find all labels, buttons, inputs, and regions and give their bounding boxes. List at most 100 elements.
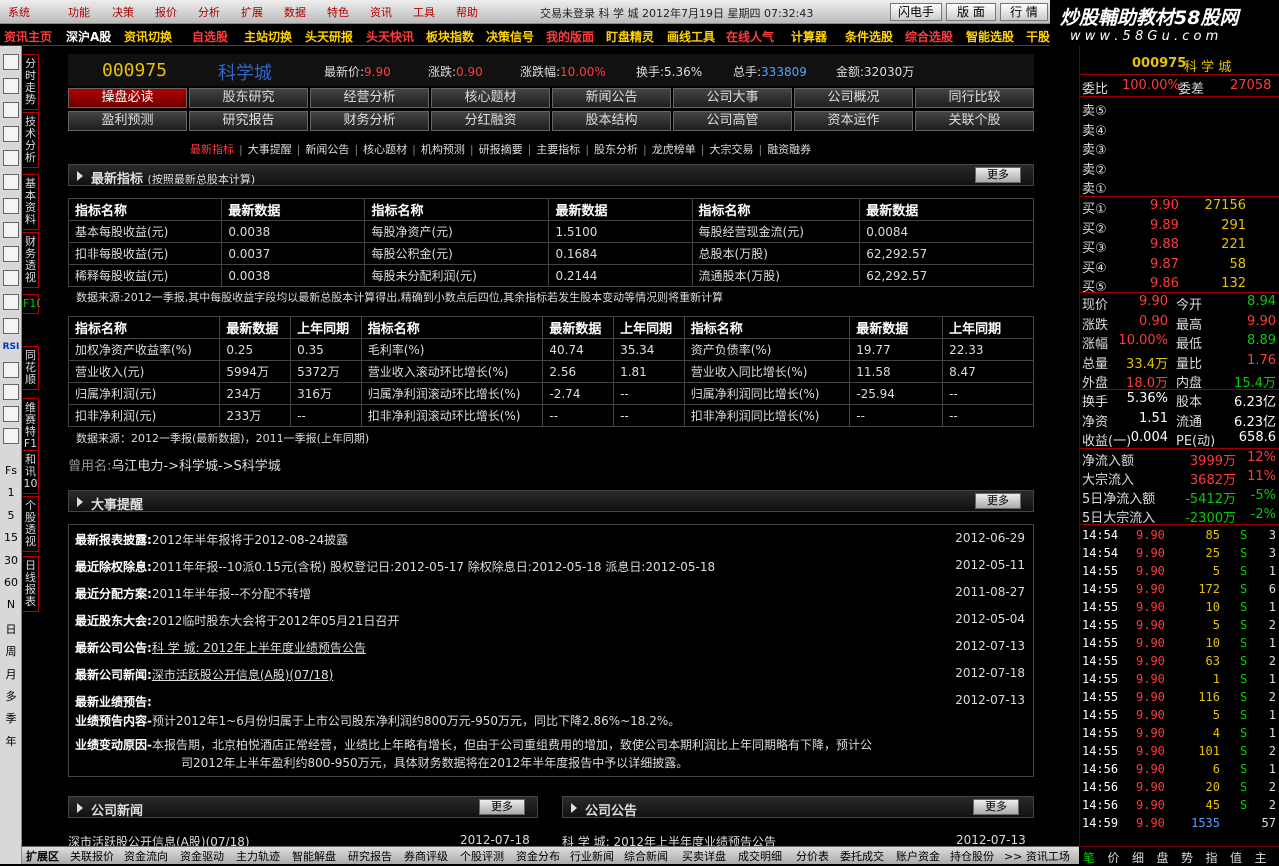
wave-icon[interactable] xyxy=(3,318,19,334)
more-button[interactable]: 更多 xyxy=(975,493,1021,509)
period-button[interactable]: 15 xyxy=(2,531,20,544)
quick-link[interactable]: 我的版面 xyxy=(546,28,594,45)
menu-decision[interactable]: 决策 xyxy=(112,4,134,20)
quick-link[interactable]: 头天研报 xyxy=(305,28,353,45)
dollar-icon[interactable] xyxy=(3,362,19,378)
menu-help[interactable]: 帮助 xyxy=(456,4,478,20)
bottom-tab[interactable]: 分价表 xyxy=(796,848,829,864)
quick-link[interactable]: 深沪A股 xyxy=(66,28,111,45)
tab-button[interactable]: 盈利预测 xyxy=(68,111,187,131)
period-button[interactable]: 1 xyxy=(2,486,20,499)
tab-button[interactable]: 公司大事 xyxy=(673,88,792,108)
vtab[interactable]: 基本资料 xyxy=(23,174,39,230)
quote-tab[interactable]: 盘 xyxy=(1157,849,1169,866)
expand-icon[interactable] xyxy=(77,803,83,813)
announce-item[interactable]: 科 学 城: 2012年上半年度业绩预告公告 xyxy=(562,833,776,846)
period-button[interactable]: N xyxy=(2,598,20,611)
vtab[interactable]: 日线报表 xyxy=(23,556,39,612)
bottom-tab[interactable]: 综合新闻 xyxy=(624,848,668,864)
menu-function[interactable]: 功能 xyxy=(68,4,90,20)
bottom-tab[interactable]: 券商评级 xyxy=(404,848,448,864)
tab-button[interactable]: 公司概况 xyxy=(794,88,913,108)
tab-button[interactable]: 资本运作 xyxy=(794,111,913,131)
menu-data[interactable]: 数据 xyxy=(284,4,306,20)
bottom-tab[interactable]: 主力轨迹 xyxy=(236,848,280,864)
web-icon[interactable] xyxy=(3,294,19,310)
quick-link[interactable]: 资讯主页 xyxy=(4,28,52,45)
sort-icon[interactable] xyxy=(3,384,19,400)
expand-icon[interactable] xyxy=(571,803,577,813)
bottom-tab[interactable]: 扩展区 xyxy=(26,848,59,864)
bottom-tab[interactable]: 委托成交 xyxy=(840,848,884,864)
quick-link[interactable]: 计算器 xyxy=(791,28,827,45)
period-button[interactable]: Fs xyxy=(2,464,20,477)
pen-icon[interactable] xyxy=(3,428,19,444)
note-icon[interactable] xyxy=(3,222,19,238)
f10-icon[interactable] xyxy=(3,174,19,190)
tab-button[interactable]: 研究报告 xyxy=(189,111,308,131)
tab-button[interactable]: 分红融资 xyxy=(431,111,550,131)
menu-feature[interactable]: 特色 xyxy=(327,4,349,20)
quick-link[interactable]: 主站切换 xyxy=(244,28,292,45)
layout-icon[interactable] xyxy=(3,54,19,70)
more-button[interactable]: 更多 xyxy=(975,167,1021,183)
expand-icon[interactable] xyxy=(77,171,83,181)
list-icon[interactable] xyxy=(3,102,19,118)
tab-button[interactable]: 财务分析 xyxy=(310,111,429,131)
quick-link[interactable]: 在线人气 xyxy=(726,28,774,45)
menu-quote[interactable]: 报价 xyxy=(155,4,177,20)
grid-icon[interactable] xyxy=(3,270,19,286)
bottom-tab[interactable]: 持仓股份 xyxy=(950,848,994,864)
vtab[interactable]: 财务透视 xyxy=(23,232,39,288)
bottom-tab[interactable]: 账户资金 xyxy=(896,848,940,864)
quote-tab[interactable]: 价 xyxy=(1108,849,1120,866)
layout-button[interactable]: 版 面 xyxy=(946,3,996,21)
quote-icon[interactable] xyxy=(3,78,19,94)
tab-button[interactable]: 核心题材 xyxy=(431,88,550,108)
event-value[interactable]: 深市活跃股公开信息(A股)(07/18) xyxy=(152,668,334,682)
period-button[interactable]: 年 xyxy=(2,733,20,749)
menu-tools[interactable]: 工具 xyxy=(413,4,435,20)
quote-tab[interactable]: 笔 xyxy=(1083,849,1095,866)
market-button[interactable]: 行 情 xyxy=(1000,3,1048,21)
vtab[interactable]: 技术分析 xyxy=(23,112,39,168)
bottom-tab[interactable]: 资金驱动 xyxy=(180,848,224,864)
quick-link[interactable]: 智能选股 xyxy=(966,28,1014,45)
vtab[interactable]: F10 xyxy=(23,294,43,314)
sub-link[interactable]: 股东分析 xyxy=(594,143,638,156)
period-button[interactable]: 30 xyxy=(2,554,20,567)
news-item[interactable]: 深市活跃股公开信息(A股)(07/18) xyxy=(68,833,250,846)
more-button[interactable]: 更多 xyxy=(973,799,1019,815)
period-button[interactable]: 周 xyxy=(2,643,20,659)
news-icon[interactable] xyxy=(3,198,19,214)
bottom-tab[interactable]: 个股评测 xyxy=(460,848,504,864)
bottom-tab[interactable]: 智能解盘 xyxy=(292,848,336,864)
more-button[interactable]: 更多 xyxy=(479,799,525,815)
quick-link[interactable]: 干股 xyxy=(1026,28,1050,45)
expand-icon[interactable] xyxy=(77,497,83,507)
menu-analysis[interactable]: 分析 xyxy=(198,4,220,20)
tab-button[interactable]: 股本结构 xyxy=(552,111,671,131)
kline-icon[interactable] xyxy=(3,126,19,142)
bottom-tab[interactable]: 资金流向 xyxy=(124,848,168,864)
sub-link[interactable]: 大宗交易 xyxy=(709,143,753,156)
quick-link[interactable]: 盯盘精灵 xyxy=(606,28,654,45)
sub-link[interactable]: 融资融券 xyxy=(767,143,811,156)
period-button[interactable]: 日 xyxy=(2,621,20,637)
tab-button[interactable]: 新闻公告 xyxy=(552,88,671,108)
vtab[interactable]: 和讯10 xyxy=(23,450,39,494)
menu-extend[interactable]: 扩展 xyxy=(241,4,263,20)
vtab[interactable]: 个股透视 xyxy=(23,496,39,552)
tab-button[interactable]: 经营分析 xyxy=(310,88,429,108)
quick-link[interactable]: 头天快讯 xyxy=(366,28,414,45)
bottom-tab[interactable]: 研究报告 xyxy=(348,848,392,864)
table-icon[interactable] xyxy=(3,150,19,166)
menu-system[interactable]: 系统 xyxy=(8,4,30,20)
quote-tab[interactable]: 势 xyxy=(1181,849,1193,866)
bottom-tab[interactable]: 成交明细 xyxy=(738,848,782,864)
sub-link[interactable]: 机构预测 xyxy=(421,143,465,156)
bottom-tab[interactable]: 关联报价 xyxy=(70,848,114,864)
period-button[interactable]: 多 xyxy=(2,688,20,704)
quote-tab[interactable]: 指 xyxy=(1206,849,1218,866)
bottom-tab[interactable]: >> 资讯工场 xyxy=(1004,848,1070,864)
